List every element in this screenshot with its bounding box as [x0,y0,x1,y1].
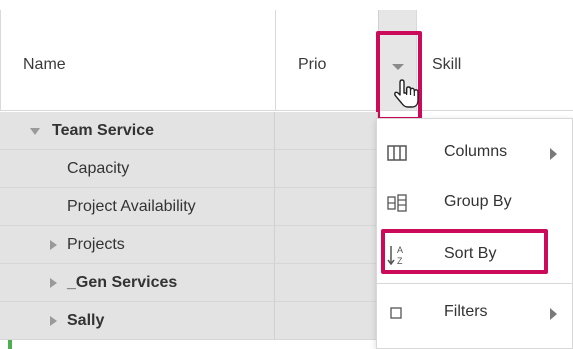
menu-item-columns[interactable]: Columns [377,127,573,179]
column-header-prio-label: Prio [298,56,327,73]
menu-item-label: Group By [444,193,512,210]
row-label: Project Availability [67,198,196,215]
collapsed-caret-icon[interactable] [50,316,57,326]
column-header-name[interactable]: Name [0,10,275,111]
prio-cell[interactable] [275,302,378,340]
name-cell[interactable]: Projects [0,226,275,264]
collapsed-caret-icon[interactable] [50,240,57,250]
collapsed-caret-icon[interactable] [50,278,57,288]
name-cell[interactable]: Sally [0,302,275,340]
submenu-arrow-icon [550,308,557,320]
group-by-icon [385,191,409,215]
name-cell[interactable]: Capacity [0,150,275,188]
prio-cell[interactable] [275,188,378,226]
row-label: Sally [67,312,105,329]
hand-cursor-icon [392,78,422,112]
name-cell[interactable]: Project Availability [0,188,275,226]
column-header-skill[interactable]: Skill [416,10,573,111]
column-header-name-label: Name [23,56,66,73]
menu-separator [377,283,573,284]
prio-cell[interactable] [275,264,378,302]
sort-by-highlight [381,229,548,274]
menu-item-label: Filters [444,303,488,320]
prio-cell[interactable] [275,150,378,188]
row-label: Team Service [52,122,154,139]
name-cell[interactable]: Team Service [0,112,275,150]
menu-item-label: Columns [444,143,508,160]
expanded-caret-icon[interactable] [30,128,40,135]
submenu-arrow-icon [550,148,557,160]
row-label: _Gen Services [67,274,178,291]
columns-icon [385,141,409,165]
menu-item-filters[interactable]: Filters [377,287,573,339]
column-header-skill-label: Skill [432,56,462,73]
name-cell[interactable]: _Gen Services [0,264,275,302]
column-header-prio[interactable]: Prio [275,10,378,111]
checkbox-icon [385,301,409,325]
prio-cell[interactable] [275,226,378,264]
prio-cell[interactable] [275,112,378,150]
row-label: Projects [67,236,125,253]
row-label: Capacity [67,160,130,177]
menu-item-group-by[interactable]: Group By [377,177,573,229]
